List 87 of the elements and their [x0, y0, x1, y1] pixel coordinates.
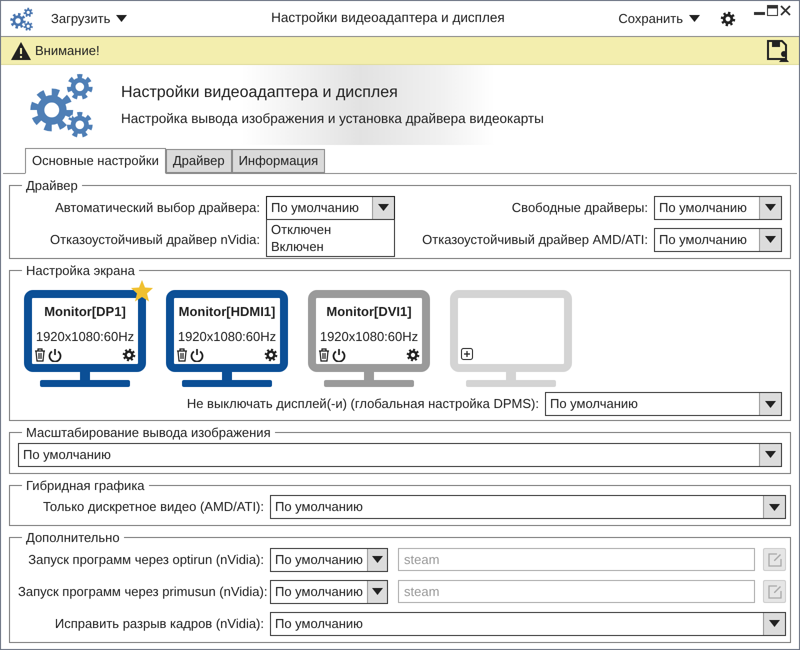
save-menu[interactable]: Сохранить [618, 8, 700, 28]
dropdown-arrow-icon [765, 204, 776, 211]
load-menu[interactable]: Загрузить [51, 8, 128, 28]
save-user-icon[interactable] [767, 40, 789, 62]
dropdown-arrow-icon [765, 236, 776, 243]
monitor-screen[interactable]: Monitor[DVI1] 1920x1080:60Hz [308, 290, 430, 372]
settings-icon[interactable] [122, 348, 136, 362]
dropdown-value: По умолчанию [658, 230, 748, 249]
header-subtitle: Настройка вывода изображения и установка драйвера видеокарты [121, 110, 544, 128]
monitor-mode: 1920x1080:60Hz [36, 328, 134, 346]
trash-icon[interactable] [176, 348, 188, 362]
tab[interactable]: Основные настройки [25, 148, 166, 174]
group-title: Масштабирование вывода изображения [25, 424, 272, 442]
dropdown-arrow-icon [372, 588, 383, 595]
dropdown-value: По умолчанию [274, 550, 364, 569]
power-icon[interactable] [190, 348, 204, 362]
group-title: Гибридная графика [25, 476, 146, 495]
dropdown[interactable]: По умолчанию [545, 392, 782, 416]
add-icon[interactable] [461, 348, 473, 360]
warning-text: Внимание! [35, 42, 101, 60]
monitor-stand-icon [324, 372, 414, 388]
dropdown[interactable]: По умолчанию [654, 196, 782, 220]
monitor-mode: 1920x1080:60Hz [178, 328, 276, 346]
monitor-screen[interactable]: Monitor[HDMI1] 1920x1080:60Hz [166, 290, 288, 372]
dropdown[interactable]: По умолчанию [270, 495, 786, 519]
field-label: Исправить разрыв кадров (nVidia): [54, 614, 265, 633]
power-icon[interactable] [332, 348, 346, 362]
field-label: Запуск программ через optirun (nVidia): [27, 550, 265, 569]
monitor-screen[interactable]: Monitor[DP1] 1920x1080:60Hz [24, 290, 146, 372]
monitor-stand-icon [40, 372, 130, 388]
settings-icon[interactable] [264, 348, 278, 362]
dropdown[interactable]: По умолчанию [18, 442, 782, 466]
group-title: Дополнительно [25, 529, 121, 547]
field-label: Запуск программ через primusun (nVidia): [18, 582, 268, 601]
dropdown-arrow-icon [769, 504, 780, 510]
edit-icon [768, 552, 782, 566]
app-icon [9, 6, 33, 30]
trash-icon[interactable] [34, 348, 46, 362]
text-field[interactable]: steam [398, 580, 755, 603]
window-title: Настройки видеоадаптера и дисплея [270, 9, 506, 28]
dropdown-option[interactable]: Включен [267, 238, 394, 254]
dropdown[interactable]: По умолчанию [270, 612, 786, 636]
warning-icon [11, 42, 31, 60]
dropdown[interactable]: По умолчанию [266, 196, 395, 220]
dropdown-arrow-icon [765, 400, 776, 408]
edit-icon [768, 584, 782, 598]
dropdown-value: По умолчанию [274, 614, 364, 633]
dropdown-arrow-icon [378, 204, 389, 211]
dropdown-arrow-icon [765, 451, 776, 458]
settings-icon[interactable] [720, 10, 736, 26]
monitor-name: Monitor[HDMI1] [178, 303, 276, 321]
dropdown[interactable]: По умолчанию [270, 580, 388, 604]
field-label: Только дискретное видео (AMD/ATI): [42, 498, 265, 516]
dropdown-value: По умолчанию [549, 395, 639, 414]
monitor-stand-icon [182, 372, 272, 388]
caret-icon [689, 15, 700, 22]
field-label: Свободные драйверы: [510, 198, 649, 217]
tab[interactable]: Драйвер [166, 149, 232, 173]
dropdown[interactable]: По умолчанию [270, 548, 388, 572]
monitor-name: Monitor[DVI1] [326, 303, 412, 321]
caret-icon [116, 15, 128, 22]
settings-icon[interactable] [406, 348, 420, 362]
dropdown-value: По умолчанию [274, 498, 364, 516]
dropdown-arrow-icon [372, 556, 383, 563]
dropdown-option[interactable]: Отключен [267, 220, 394, 238]
header-title: Настройки видеоадаптера и дисплея [121, 82, 399, 103]
field-label: Не выключать дисплей(-и) (глобальная настройка DPMS): [186, 395, 540, 414]
field-label: Отказоустойчивый драйвер AMD/ATI: [421, 230, 649, 249]
dropdown-arrow-icon [769, 620, 780, 627]
text-field[interactable]: steam [398, 548, 755, 571]
dropdown[interactable]: По умолчанию [654, 228, 782, 252]
monitor-mode: 1920x1080:60Hz [320, 328, 418, 346]
maximize-icon[interactable] [767, 5, 778, 16]
monitor-stand-icon [466, 372, 556, 388]
close-icon[interactable] [780, 5, 791, 16]
group-title: Драйвер [25, 177, 79, 195]
dropdown-value: По умолчанию [270, 198, 360, 217]
dropdown-value: По умолчанию [658, 198, 748, 217]
group-title: Настройка экрана [25, 262, 136, 280]
power-icon[interactable] [48, 348, 62, 362]
monitor-name: Monitor[DP1] [44, 303, 126, 321]
field-label: Отказоустойчивый драйвер nVidia: [49, 230, 261, 249]
trash-icon[interactable] [318, 348, 330, 362]
field-label: Автоматический выбор драйвера: [54, 198, 261, 217]
dropdown-value: По умолчанию [22, 446, 112, 464]
dropdown-value: По умолчанию [274, 582, 364, 601]
tab[interactable]: Информация [232, 149, 326, 173]
